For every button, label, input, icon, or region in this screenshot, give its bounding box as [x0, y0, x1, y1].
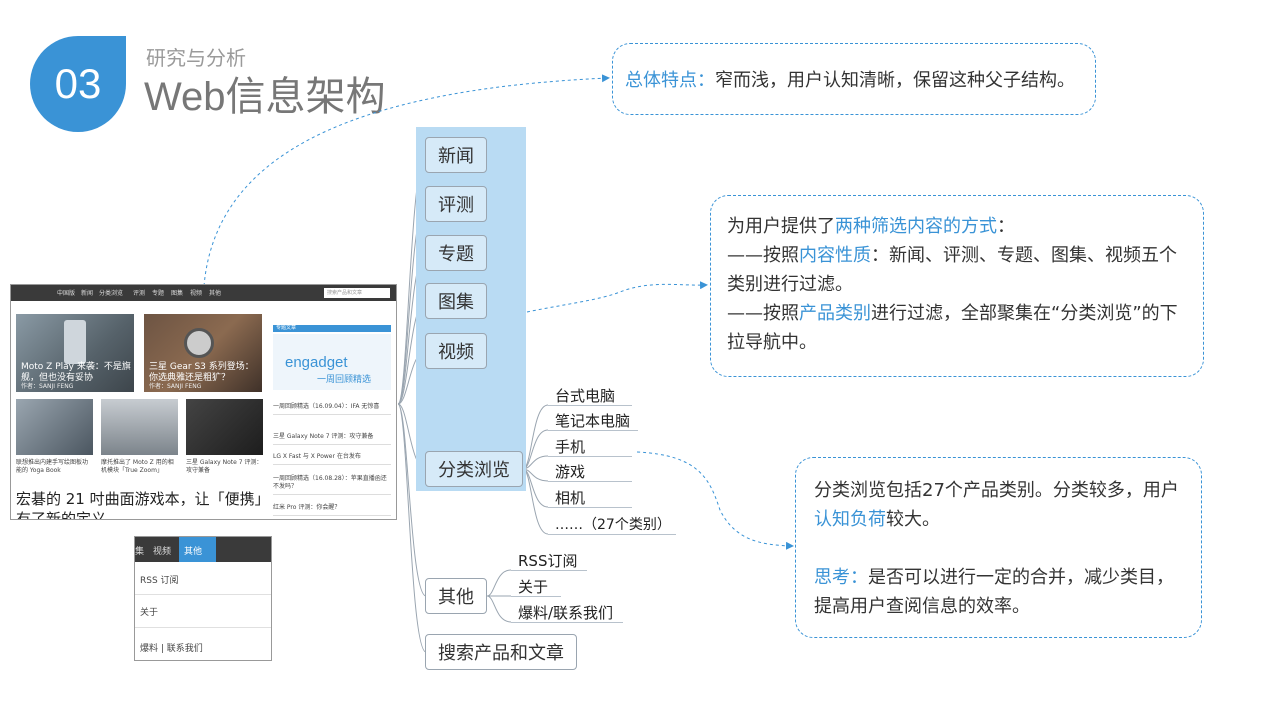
leaf-phone: 手机 — [555, 438, 586, 456]
node-gallery: 图集 — [425, 283, 487, 319]
text: 是否可以进行一定的合并，减少类目，提高用户查阅信息的效率。 — [814, 567, 1174, 617]
watch-shape — [184, 328, 214, 358]
highlight-text: 产品类别 — [799, 303, 871, 324]
highlight-text: 内容性质 — [799, 245, 871, 266]
leaf-game: 游戏 — [555, 463, 586, 481]
node-search: 搜索产品和文章 — [425, 634, 577, 670]
leaf-underline — [511, 570, 587, 571]
node-news: 新闻 — [425, 137, 487, 173]
side-heading: 专题文章 — [273, 325, 391, 332]
leaf-laptop: 笔记本电脑 — [555, 412, 631, 430]
headline: 宏碁的 21 吋曲面游戏本，让「便携」有了新的定义… — [16, 490, 270, 520]
small-caption: 三星 Galaxy Note 7 评测：攻守兼备 — [186, 459, 263, 474]
screenshot-navbar: 中国版 新闻 分类浏览 评测 专题 图集 视频 其他 搜索产品和文章 — [11, 285, 396, 301]
leaf-contact: 爆料/联系我们 — [518, 604, 614, 622]
node-topic: 专题 — [425, 235, 487, 271]
highlight-text: 认知负荷 — [814, 509, 886, 530]
nav-item: 分类浏览 — [99, 290, 124, 297]
page-title: Web信息架构 — [144, 75, 386, 119]
photo-note7 — [186, 399, 263, 455]
photo-moto-camera — [101, 399, 178, 455]
nav-item: 集 — [135, 547, 145, 557]
text: 为用户提供了 — [727, 216, 835, 237]
leaf-underline — [548, 430, 638, 431]
nav-item: 其他 — [209, 290, 222, 297]
banner-tag: 一周回顾精选 — [317, 375, 372, 385]
callout-overall-label: 总体特点： — [625, 70, 715, 91]
divider — [135, 627, 271, 628]
callout-overall-text: 窄而浅，用户认知清晰，保留这种父子结构。 — [715, 70, 1075, 91]
callout-filter: 为用户提供了两种筛选内容的方式： ——按照内容性质：新闻、评测、专题、图集、视频… — [710, 195, 1204, 377]
nav-item: 中国版 — [57, 290, 76, 297]
dropdown-item: RSS 订阅 — [140, 576, 179, 586]
other-dropdown-screenshot: 集 视频 其他 RSS 订阅 关于 爆料 | 联系我们 — [134, 536, 272, 661]
side-list-item: 红米 Pro 评测：你会醒？ — [273, 504, 391, 516]
arrow-to-filter — [526, 281, 708, 313]
section-number-badge: 03 — [30, 36, 126, 132]
leaf-desktop: 台式电脑 — [555, 387, 616, 405]
card-author: 作者：SANJI FENG — [21, 383, 74, 390]
text: 较大。 — [886, 509, 940, 530]
think-label: 思考： — [814, 567, 868, 588]
dropdown-item: 爆料 | 联系我们 — [140, 644, 203, 654]
node-review: 评测 — [425, 186, 487, 222]
highlight-text: 两种筛选内容的方式 — [835, 216, 997, 237]
node-video: 视频 — [425, 333, 487, 369]
side-list-item: LG X Fast 与 X Power 在台发布 — [273, 453, 391, 465]
nav-item: 专题 — [152, 290, 165, 297]
leaf-underline — [511, 622, 623, 623]
phone-shape — [64, 320, 86, 364]
photo-yoga-book — [16, 399, 93, 455]
screenshot-search: 搜索产品和文章 — [324, 288, 390, 298]
text: ： — [997, 216, 1015, 237]
nav-item-active: 其他 — [184, 547, 203, 557]
leaf-underline — [511, 596, 561, 597]
text: ——按照 — [727, 303, 799, 324]
leaf-underline — [548, 405, 632, 406]
side-list-item: 三星 Galaxy Note 7 评测：攻守兼备 — [273, 433, 391, 445]
nav-item: 视频 — [153, 547, 172, 557]
callout-overall: 总体特点：窄而浅，用户认知清晰，保留这种父子结构。 — [612, 43, 1096, 115]
nav-item: 评测 — [133, 290, 146, 297]
callout-filter-line2: ——按照内容性质：新闻、评测、专题、图集、视频五个类别进行过滤。 — [727, 241, 1187, 299]
callout-category-line1: 分类浏览包括27个产品类别。分类较多，用户认知负荷较大。 — [814, 476, 1183, 534]
nav-item: 新闻 — [81, 290, 94, 297]
callout-filter-line1: 为用户提供了两种筛选内容的方式： — [727, 212, 1187, 241]
callout-filter-line3: ——按照产品类别进行过滤，全部聚集在“分类浏览”的下拉导航中。 — [727, 299, 1187, 357]
text: ——按照 — [727, 245, 799, 266]
leaf-camera: 相机 — [555, 489, 586, 507]
side-list-item: 一周回顾精选（16.08.28）：苹果直播函还不发吗？ — [273, 475, 391, 495]
leaf-underline — [548, 534, 676, 535]
nav-item: 图集 — [171, 290, 184, 297]
engadget-logo: engadget — [285, 354, 348, 371]
nav-item: 视频 — [190, 290, 203, 297]
small-caption: 摩托推出了 Moto Z 用的相机模块「True Zoom」 — [101, 459, 174, 474]
small-caption: 联想推出内建手写绘图板功能的 Yoga Book — [16, 459, 89, 474]
photo-gear-s3: 三星 Gear S3 系列登场：你选典雅还是粗犷？ 作者：SANJI FENG — [144, 314, 262, 392]
node-category-browse: 分类浏览 — [425, 451, 523, 487]
photo-moto-z: Moto Z Play 来袭：不是旗舰，但也没有妥协 作者：SANJI FENG — [16, 314, 134, 392]
side-banner: engadget 一周回顾精选 — [273, 334, 391, 390]
node-other: 其他 — [425, 578, 487, 614]
dropdown-item: 关于 — [140, 608, 159, 618]
card-author: 作者：SANJI FENG — [149, 383, 202, 390]
leaf-more-categories: ……（27个类别） — [555, 517, 671, 533]
divider — [135, 594, 271, 595]
dropdown-navbar: 集 视频 其他 — [135, 537, 271, 562]
callout-category-think: 思考：是否可以进行一定的合并，减少类目，提高用户查阅信息的效率。 — [814, 563, 1183, 621]
leaf-rss: RSS订阅 — [518, 552, 578, 570]
leaf-underline — [548, 456, 632, 457]
leaf-underline — [548, 507, 632, 508]
text: 分类浏览包括27个产品类别。分类较多，用户 — [814, 480, 1179, 501]
website-screenshot: 中国版 新闻 分类浏览 评测 专题 图集 视频 其他 搜索产品和文章 Moto … — [10, 284, 397, 520]
callout-category: 分类浏览包括27个产品类别。分类较多，用户认知负荷较大。 思考：是否可以进行一定… — [795, 457, 1202, 638]
leaf-about: 关于 — [518, 578, 549, 596]
side-list-item: 一周回顾精选（16.09.04）：IFA 无惊喜 — [273, 403, 391, 415]
leaf-underline — [548, 481, 632, 482]
